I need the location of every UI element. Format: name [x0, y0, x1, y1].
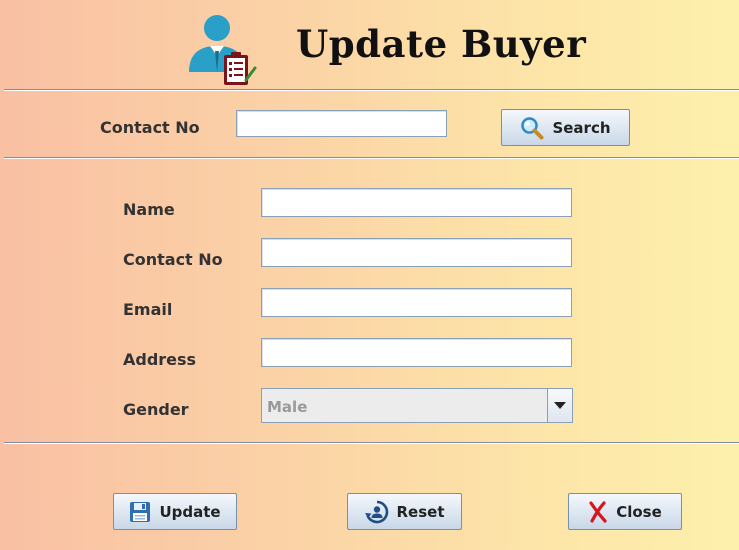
close-button-label: Close [616, 502, 662, 521]
reset-button-label: Reset [396, 502, 445, 521]
close-button[interactable]: Close [568, 493, 682, 530]
floppy-disk-icon [129, 501, 151, 523]
update-button[interactable]: Update [113, 493, 237, 530]
email-field[interactable] [261, 288, 572, 317]
contact-field[interactable] [261, 238, 572, 267]
header-divider [4, 89, 739, 91]
reset-user-icon [364, 500, 389, 524]
search-divider [4, 157, 739, 159]
reset-button[interactable]: Reset [347, 493, 462, 530]
search-button-label: Search [552, 118, 611, 137]
magnifier-icon [520, 116, 544, 140]
search-contact-label: Contact No [100, 118, 200, 137]
gender-selected-value: Male [267, 398, 308, 416]
name-label: Name [123, 200, 175, 219]
name-field[interactable] [261, 188, 572, 217]
email-label: Email [123, 300, 173, 319]
search-button[interactable]: Search [501, 109, 630, 146]
chevron-down-icon [554, 401, 566, 410]
gender-label: Gender [123, 400, 189, 419]
update-button-label: Update [159, 502, 221, 521]
gender-dropdown-button[interactable] [547, 389, 572, 422]
gender-select[interactable]: Male [261, 388, 573, 423]
search-contact-input[interactable] [236, 110, 447, 137]
form-divider [4, 442, 739, 444]
buyer-update-icon [186, 10, 258, 86]
address-field[interactable] [261, 338, 572, 367]
page-title: Update Buyer [296, 22, 587, 66]
address-label: Address [123, 350, 197, 369]
close-icon [588, 500, 608, 523]
contact-label: Contact No [123, 250, 223, 269]
